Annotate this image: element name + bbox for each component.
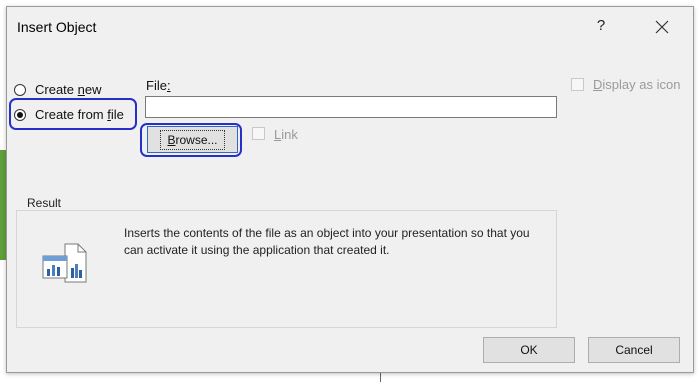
create-new-radio-circle[interactable]	[14, 83, 26, 96]
ok-button[interactable]: OK	[483, 337, 575, 363]
result-description: Inserts the contents of the file as an o…	[124, 226, 530, 257]
help-button[interactable]: ?	[592, 17, 610, 37]
create-new-label: Create new	[35, 82, 102, 97]
browse-highlight	[140, 123, 242, 157]
dialog-title: Insert Object	[17, 19, 97, 35]
close-icon	[655, 20, 669, 34]
background-app-divider	[380, 372, 381, 382]
close-button[interactable]	[650, 15, 674, 39]
insert-object-dialog: Insert Object ? Create new Create from f…	[6, 6, 694, 373]
display-as-icon-checkbox[interactable]	[571, 78, 584, 91]
dialog-titlebar: Insert Object ?	[7, 7, 693, 47]
link-checkbox[interactable]	[252, 127, 265, 140]
display-as-icon-label: Display as icon	[593, 77, 681, 92]
file-label: File:	[146, 78, 171, 93]
create-from-file-highlight	[9, 98, 137, 130]
cancel-button[interactable]: Cancel	[588, 337, 680, 363]
result-label: Result	[24, 196, 65, 210]
file-path-input[interactable]	[145, 96, 557, 118]
create-new-radio[interactable]: Create new	[14, 82, 102, 97]
link-label: Link	[274, 127, 298, 142]
embedded-object-chart-icon	[41, 242, 99, 286]
